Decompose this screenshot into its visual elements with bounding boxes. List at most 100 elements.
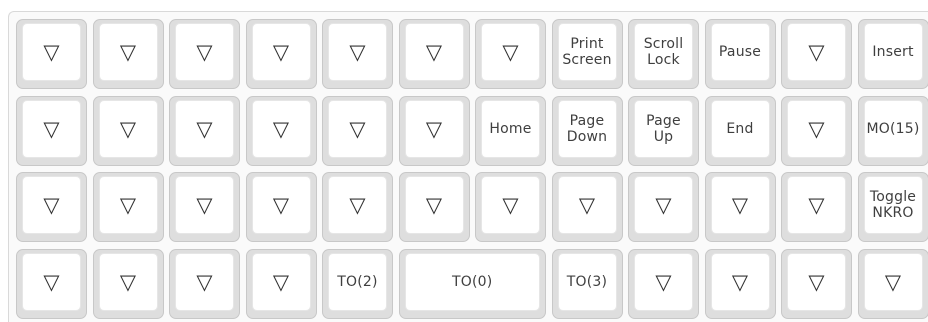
keycap-face: Scroll Lock [634,23,693,81]
keycap-face: ▽ [252,100,311,158]
transparent-triangle-icon: ▽ [502,42,518,62]
transparent-triangle-icon: ▽ [808,42,824,62]
transparent-triangle-icon: ▽ [426,119,442,139]
transparent-key[interactable]: ▽ [169,172,240,242]
transparent-key[interactable]: ▽ [16,172,87,242]
keymap-grid: ▽▽▽▽▽▽▽Print ScreenScroll LockPause▽Inse… [8,11,928,322]
transparent-key[interactable]: ▽ [858,249,928,319]
to3-key[interactable]: TO(3) [552,249,623,319]
transparent-triangle-icon: ▽ [43,119,59,139]
mo15-key[interactable]: MO(15) [858,96,928,166]
transparent-key[interactable]: ▽ [399,96,470,166]
transparent-key[interactable]: ▽ [399,19,470,89]
transparent-key[interactable]: ▽ [781,249,852,319]
transparent-key[interactable]: ▽ [399,172,470,242]
keycap-face: ▽ [558,176,617,234]
transparent-key[interactable]: ▽ [16,249,87,319]
keycap-face: TO(2) [328,253,387,311]
keycap-face: ▽ [22,100,81,158]
transparent-key[interactable]: ▽ [322,96,393,166]
transparent-key[interactable]: ▽ [169,96,240,166]
keycap-face: ▽ [787,253,846,311]
transparent-triangle-icon: ▽ [349,119,365,139]
transparent-triangle-icon: ▽ [273,42,289,62]
keycap-face: ▽ [711,176,770,234]
transparent-triangle-icon: ▽ [196,119,212,139]
toggle-nkro-key[interactable]: Toggle NKRO [858,172,928,242]
transparent-key[interactable]: ▽ [93,96,164,166]
key-label: MO(15) [866,121,919,137]
transparent-key[interactable]: ▽ [781,172,852,242]
transparent-triangle-icon: ▽ [655,272,671,292]
keycap-face: ▽ [328,100,387,158]
transparent-triangle-icon: ▽ [196,272,212,292]
keycap-face: Page Up [634,100,693,158]
keycap-face: ▽ [328,176,387,234]
transparent-key[interactable]: ▽ [16,96,87,166]
keycap-face: TO(3) [558,253,617,311]
transparent-key[interactable]: ▽ [705,249,776,319]
transparent-key[interactable]: ▽ [93,172,164,242]
end-key[interactable]: End [705,96,776,166]
transparent-triangle-icon: ▽ [120,42,136,62]
key-label: TO(2) [337,274,377,290]
key-label: Page Up [646,113,681,145]
transparent-key[interactable]: ▽ [781,96,852,166]
insert-key[interactable]: Insert [858,19,928,89]
transparent-key[interactable]: ▽ [628,172,699,242]
transparent-triangle-icon: ▽ [885,272,901,292]
to0-key[interactable]: TO(0) [399,249,547,319]
page-up-key[interactable]: Page Up [628,96,699,166]
key-label: Home [489,121,531,137]
keycap-face: ▽ [787,23,846,81]
transparent-key[interactable]: ▽ [169,19,240,89]
keycap-face: ▽ [634,253,693,311]
transparent-key[interactable]: ▽ [93,19,164,89]
keycap-face: TO(0) [405,253,541,311]
transparent-key[interactable]: ▽ [246,249,317,319]
transparent-key[interactable]: ▽ [16,19,87,89]
transparent-triangle-icon: ▽ [808,195,824,215]
keycap-face: ▽ [405,176,464,234]
transparent-key[interactable]: ▽ [552,172,623,242]
transparent-key[interactable]: ▽ [169,249,240,319]
transparent-triangle-icon: ▽ [655,195,671,215]
transparent-key[interactable]: ▽ [475,19,546,89]
transparent-triangle-icon: ▽ [273,195,289,215]
transparent-triangle-icon: ▽ [808,272,824,292]
keycap-face: Home [481,100,540,158]
keycap-face: ▽ [711,253,770,311]
print-screen-key[interactable]: Print Screen [552,19,623,89]
transparent-key[interactable]: ▽ [781,19,852,89]
transparent-key[interactable]: ▽ [475,172,546,242]
home-key[interactable]: Home [475,96,546,166]
keycap-face: ▽ [481,23,540,81]
transparent-key[interactable]: ▽ [705,172,776,242]
keycap-face: ▽ [787,176,846,234]
page-down-key[interactable]: Page Down [552,96,623,166]
keycap-face: Pause [711,23,770,81]
scroll-lock-key[interactable]: Scroll Lock [628,19,699,89]
transparent-key[interactable]: ▽ [93,249,164,319]
transparent-triangle-icon: ▽ [273,272,289,292]
transparent-triangle-icon: ▽ [43,272,59,292]
transparent-key[interactable]: ▽ [322,19,393,89]
keycap-face: ▽ [175,100,234,158]
transparent-key[interactable]: ▽ [628,249,699,319]
key-label: Insert [872,44,913,60]
key-label: Scroll Lock [644,36,684,68]
keycap-face: ▽ [481,176,540,234]
key-label: Page Down [567,113,607,145]
key-row-1: ▽▽▽▽▽▽▽Print ScreenScroll LockPause▽Inse… [16,19,928,91]
transparent-key[interactable]: ▽ [246,19,317,89]
to2-key[interactable]: TO(2) [322,249,393,319]
transparent-key[interactable]: ▽ [322,172,393,242]
key-label: Toggle NKRO [870,189,916,221]
transparent-key[interactable]: ▽ [246,96,317,166]
keycap-face: MO(15) [864,100,923,158]
key-label: End [726,121,753,137]
keycap-face: ▽ [864,253,923,311]
pause-key[interactable]: Pause [705,19,776,89]
transparent-key[interactable]: ▽ [246,172,317,242]
keycap-face: Page Down [558,100,617,158]
